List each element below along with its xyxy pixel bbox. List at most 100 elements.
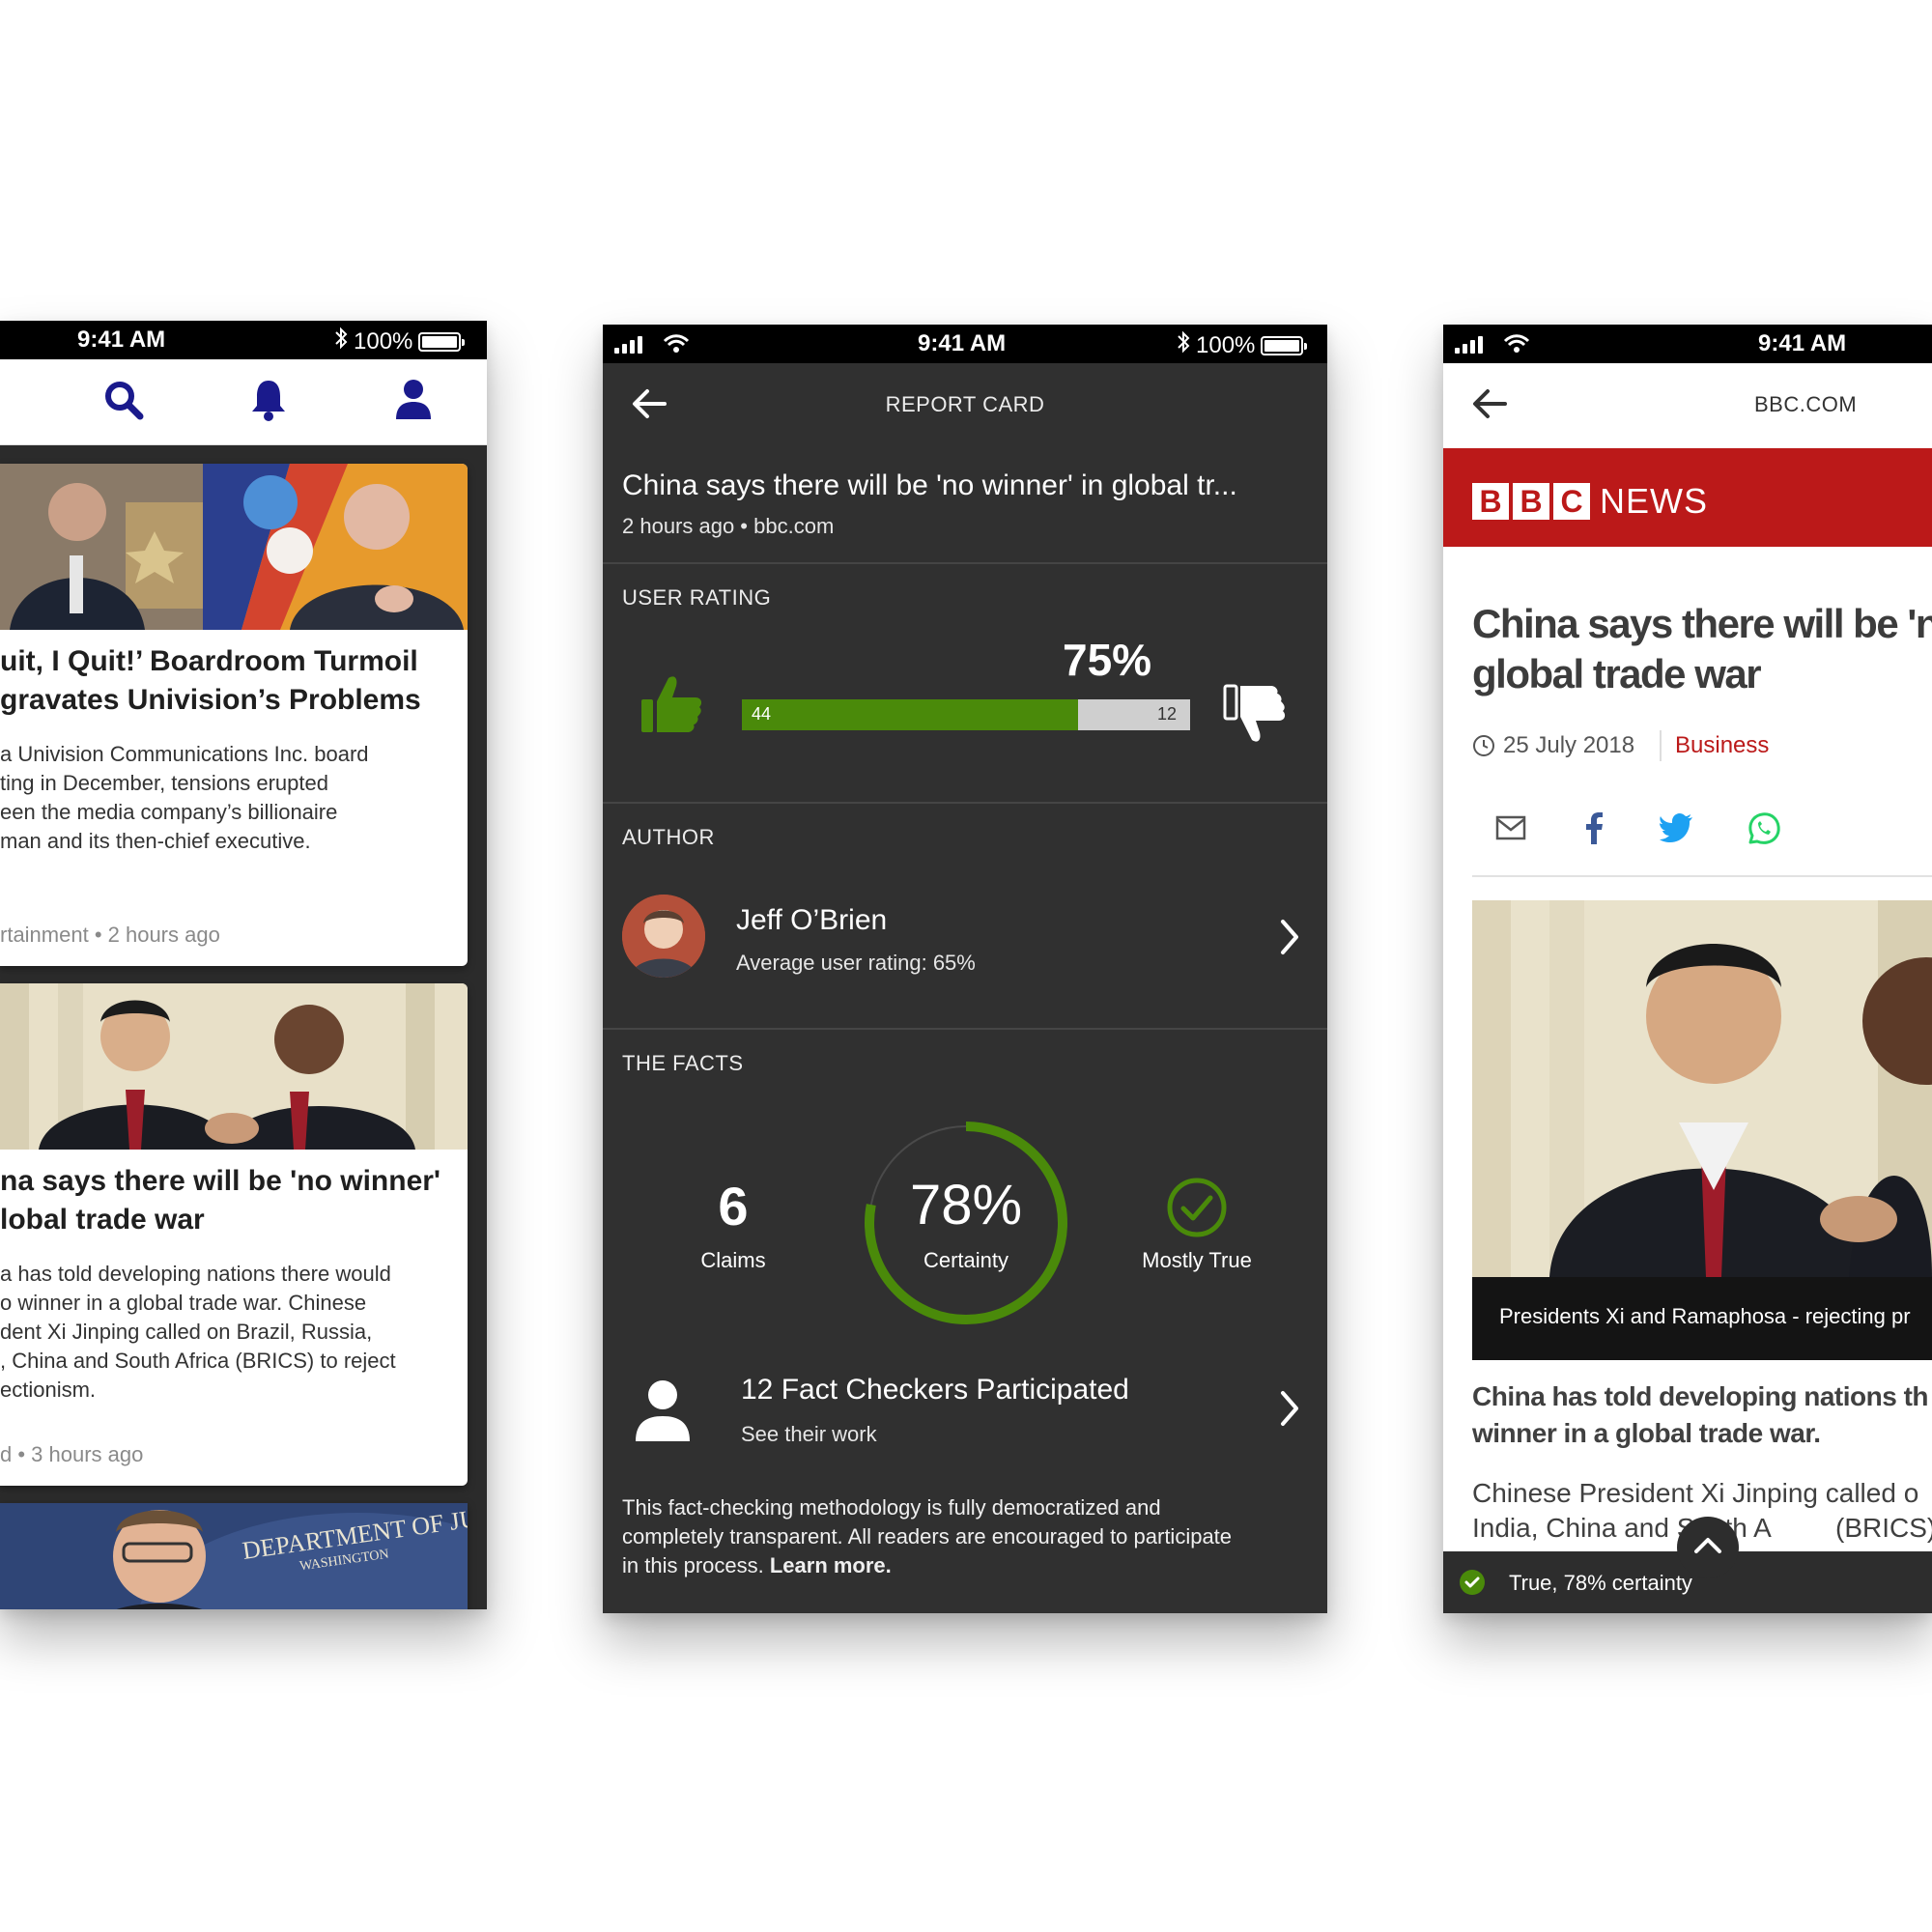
status-time: 9:41 AM xyxy=(918,330,1007,356)
card-image-boardroom xyxy=(0,464,468,630)
feed-screen: 9:41 AM 100% uit, I Quit!’ Boardroom Tur… xyxy=(0,321,487,1609)
check-circle-icon xyxy=(1459,1569,1486,1601)
bottom-status-text: True, 78% certainty xyxy=(1509,1571,1692,1595)
site-domain: BBC.COM xyxy=(1754,392,1858,416)
card-body-line-2: o winner in a global trade war. Chinese xyxy=(0,1291,367,1315)
card-title-line-2: lobal trade war xyxy=(0,1204,205,1236)
claims-label: Claims xyxy=(700,1248,766,1272)
report-article-meta: 2 hours ago • bbc.com xyxy=(622,514,835,538)
headline-line-1: China says there will be 'no xyxy=(1472,601,1932,646)
facebook-icon[interactable] xyxy=(1584,811,1604,849)
methodology-line-3: in this process. Learn more. xyxy=(622,1553,892,1578)
card-body-line-5: ectionism. xyxy=(0,1378,97,1402)
methodology-line-2: completely transparent. All readers are … xyxy=(622,1524,1233,1548)
learn-more-link[interactable]: Learn more. xyxy=(770,1553,892,1577)
rating-bar-fill xyxy=(742,699,1078,730)
feed-card[interactable]: uit, I Quit!’ Boardroom Turmoil gravates… xyxy=(0,464,468,966)
whatsapp-icon[interactable] xyxy=(1747,811,1781,851)
author-avatar[interactable] xyxy=(622,895,705,978)
chevron-up-icon xyxy=(1692,1534,1723,1560)
battery-icon xyxy=(1261,335,1308,355)
checkers-subtitle[interactable]: See their work xyxy=(741,1422,877,1447)
article-screen: 9:41 AM BBC.COM B B C NEWS China says th… xyxy=(1443,325,1932,1613)
claims-count: 6 xyxy=(718,1176,749,1236)
battery-icon xyxy=(418,331,466,352)
feed-card[interactable]: DEPARTMENT OF JU WASHINGTON xyxy=(0,1503,468,1609)
card-body-line-3: een the media company’s billionaire xyxy=(0,800,338,824)
battery-percent: 100% xyxy=(1196,331,1256,358)
status-time: 9:41 AM xyxy=(77,327,166,353)
user-rating-label: USER RATING xyxy=(622,585,772,610)
bell-icon[interactable] xyxy=(249,377,288,426)
logo-letter: C xyxy=(1553,483,1590,520)
search-icon[interactable] xyxy=(102,379,145,426)
rating-bar: 44 12 xyxy=(742,699,1190,730)
battery-percent: 100% xyxy=(354,327,413,355)
thumbs-down-icon[interactable] xyxy=(1223,684,1287,753)
feed-nav-bar xyxy=(0,359,487,445)
article-date: 25 July 2018 xyxy=(1503,732,1635,758)
card-body-line-1: a Univision Communications Inc. board xyxy=(0,742,369,766)
verdict-label: Mostly True xyxy=(1142,1248,1252,1272)
logo-letter: B xyxy=(1472,483,1509,520)
card-meta: d • 3 hours ago xyxy=(0,1442,144,1466)
rating-percent: 75% xyxy=(1063,635,1152,685)
chevron-right-icon[interactable] xyxy=(1279,1389,1300,1433)
status-time: 9:41 AM xyxy=(1758,330,1847,356)
card-title-line-1: uit, I Quit!’ Boardroom Turmoil xyxy=(0,645,418,677)
wifi-icon xyxy=(663,333,690,361)
bluetooth-icon xyxy=(1177,330,1190,360)
body-line-2-end: (BRICS) xyxy=(1835,1513,1932,1543)
intro-line-1: China has told developing nations th xyxy=(1472,1381,1929,1411)
feed-card[interactable]: na says there will be 'no winner' lobal … xyxy=(0,983,468,1486)
methodology-text: in this process. xyxy=(622,1553,770,1577)
scroll-up-button[interactable] xyxy=(1677,1517,1739,1578)
divider xyxy=(603,802,1327,804)
card-title-line-1: na says there will be 'no winner' xyxy=(0,1165,441,1197)
checkers-title[interactable]: 12 Fact Checkers Participated xyxy=(741,1374,1129,1406)
wifi-icon xyxy=(1503,333,1530,361)
card-body-line-2: ting in December, tensions erupted xyxy=(0,771,328,795)
back-arrow-icon[interactable] xyxy=(1472,388,1507,424)
article-image xyxy=(1472,900,1932,1277)
card-image-justice: DEPARTMENT OF JU WASHINGTON xyxy=(0,1503,468,1609)
status-bar: 9:41 AM 100% xyxy=(0,321,487,359)
certainty-label: Certainty xyxy=(923,1248,1009,1272)
report-card-screen: 9:41 AM 100% REPORT CARD China says ther… xyxy=(603,325,1327,1613)
thumbs-up-icon[interactable] xyxy=(639,670,703,739)
card-body-line-3: dent Xi Jinping called on Brazil, Russia… xyxy=(0,1320,373,1344)
twitter-icon[interactable] xyxy=(1660,813,1694,847)
card-image-presidents xyxy=(0,983,468,1150)
article-category[interactable]: Business xyxy=(1675,732,1769,759)
caption-bar: Presidents Xi and Ramaphosa - rejecting … xyxy=(1472,1277,1932,1360)
author-rating: Average user rating: 65% xyxy=(736,951,976,975)
image-caption: Presidents Xi and Ramaphosa - rejecting … xyxy=(1499,1304,1911,1328)
check-circle-icon xyxy=(1166,1177,1228,1243)
intro-line-2: winner in a global trade war. xyxy=(1472,1418,1821,1448)
logo-letter: B xyxy=(1513,483,1549,520)
bbc-logo: B B C NEWS xyxy=(1472,481,1708,522)
bluetooth-icon xyxy=(334,327,348,356)
chevron-right-icon[interactable] xyxy=(1279,918,1300,961)
methodology-line-1: This fact-checking methodology is fully … xyxy=(622,1495,1161,1520)
report-header-title: REPORT CARD xyxy=(885,392,1045,416)
user-icon[interactable] xyxy=(394,377,433,426)
bbc-news-banner: B B C NEWS xyxy=(1443,448,1932,547)
card-body-line-1: a has told developing nations there woul… xyxy=(0,1262,391,1286)
downvote-count: 12 xyxy=(1156,704,1177,724)
person-icon xyxy=(634,1379,692,1448)
logo-word: NEWS xyxy=(1600,481,1708,521)
author-name[interactable]: Jeff O’Brien xyxy=(736,904,887,937)
meta-divider xyxy=(1660,730,1662,761)
headline-line-2: global trade war xyxy=(1472,651,1762,696)
author-label: AUTHOR xyxy=(622,825,715,849)
facts-label: THE FACTS xyxy=(622,1051,744,1075)
status-bar: 9:41 AM xyxy=(1443,325,1932,363)
status-bar: 9:41 AM 100% xyxy=(603,325,1327,363)
card-meta: rtainment • 2 hours ago xyxy=(0,923,220,947)
clock-icon xyxy=(1472,734,1495,762)
card-body-line-4: man and its then-chief executive. xyxy=(0,829,311,853)
report-article-title[interactable]: China says there will be 'no winner' in … xyxy=(622,469,1237,502)
mail-icon[interactable] xyxy=(1495,815,1526,845)
body-line-1: Chinese President Xi Jinping called o xyxy=(1472,1478,1919,1508)
